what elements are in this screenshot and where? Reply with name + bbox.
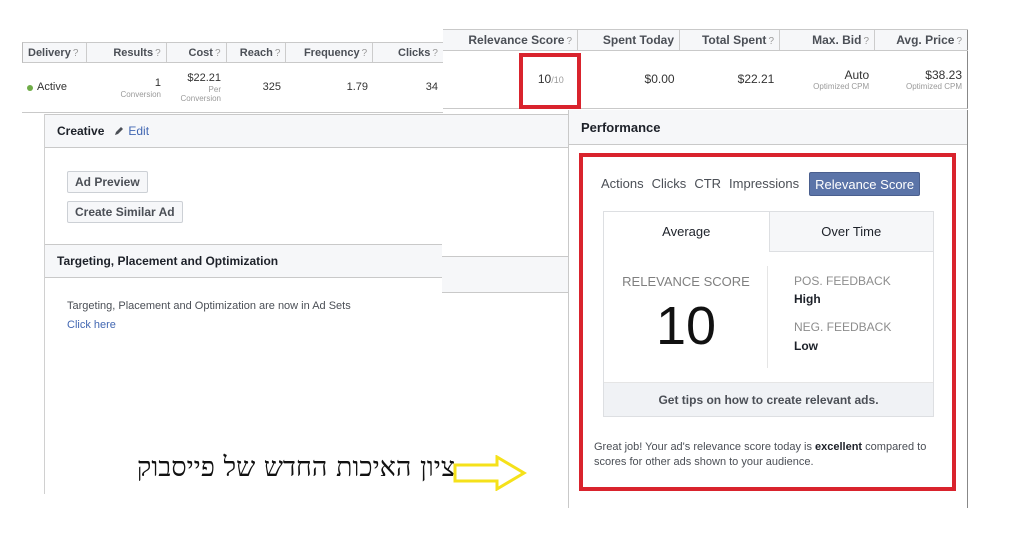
- pos-feedback-label: POS. FEEDBACK: [794, 274, 891, 288]
- score-subtabs: Average Over Time: [604, 212, 933, 252]
- avg-price-cell: $38.23 Optimized CPM: [905, 67, 962, 91]
- relevance-summary: Great job! Your ad's relevance score tod…: [594, 441, 927, 468]
- help-icon[interactable]: ?: [73, 48, 79, 59]
- help-icon[interactable]: ?: [155, 48, 161, 59]
- divider: [967, 110, 968, 508]
- status-dot-icon: [27, 84, 33, 91]
- targeting-info-text: Targeting, Placement and Optimization ar…: [67, 300, 351, 312]
- results-cell: 1 Conversion: [120, 76, 161, 99]
- targeting-section-header: Targeting, Placement and Optimization: [45, 244, 442, 278]
- table-row[interactable]: Active 1 Conversion $22.21 Per Conversio…: [22, 63, 443, 113]
- header-clicks[interactable]: Clicks?: [373, 43, 443, 62]
- header-max-bid[interactable]: Max. Bid?: [780, 30, 875, 50]
- subtab-over-time[interactable]: Over Time: [768, 212, 933, 252]
- help-icon[interactable]: ?: [215, 48, 221, 59]
- max-bid-cell: Auto Optimized CPM: [813, 67, 870, 91]
- header-results[interactable]: Results?: [87, 43, 167, 62]
- divider: [568, 110, 569, 508]
- tab-clicks[interactable]: Clicks: [648, 172, 691, 196]
- subtab-average[interactable]: Average: [604, 212, 769, 252]
- delivery-status: Active: [37, 81, 67, 93]
- section-header-band: [442, 256, 569, 293]
- neg-feedback-value: Low: [794, 339, 818, 353]
- table-header: Relevance Score? Spent Today Total Spent…: [443, 29, 968, 51]
- help-icon[interactable]: ?: [432, 48, 438, 59]
- relevance-score-label: RELEVANCE SCORE: [622, 274, 750, 289]
- spent-today-cell: $0.00: [644, 72, 675, 86]
- tab-relevance-score[interactable]: Relevance Score: [809, 172, 921, 196]
- relevance-score-card: Average Over Time RELEVANCE SCORE 10 POS…: [603, 211, 934, 417]
- cost-cell: $22.21 Per Conversion: [180, 72, 221, 103]
- header-reach[interactable]: Reach?: [227, 43, 287, 62]
- edit-link[interactable]: Edit: [114, 124, 149, 138]
- pencil-icon: [115, 127, 124, 135]
- divider: [44, 114, 45, 494]
- header-relevance-score[interactable]: Relevance Score?: [443, 30, 578, 50]
- section-header-band: [442, 114, 569, 148]
- arrow-right-icon: [453, 455, 527, 491]
- help-icon[interactable]: ?: [768, 36, 774, 47]
- ad-metrics-table-left: Delivery? Results? Cost? Reach? Frequenc…: [22, 42, 443, 113]
- help-icon[interactable]: ?: [956, 36, 962, 47]
- create-similar-ad-button[interactable]: Create Similar Ad: [67, 201, 183, 223]
- relevance-score-highlight: [519, 53, 581, 109]
- creative-section-header: Creative Edit: [45, 114, 442, 148]
- header-total-spent[interactable]: Total Spent?: [680, 30, 780, 50]
- neg-feedback-label: NEG. FEEDBACK: [794, 320, 892, 334]
- delivery-cell: Active: [22, 63, 86, 112]
- pos-feedback-value: High: [794, 292, 821, 306]
- help-icon[interactable]: ?: [566, 36, 572, 47]
- reach-cell: 325: [262, 81, 281, 93]
- header-cost[interactable]: Cost?: [167, 43, 227, 62]
- tab-actions[interactable]: Actions: [597, 172, 648, 196]
- header-avg-price[interactable]: Avg. Price?: [875, 30, 968, 50]
- table-header: Delivery? Results? Cost? Reach? Frequenc…: [22, 42, 443, 63]
- help-icon[interactable]: ?: [275, 48, 281, 59]
- tab-impressions[interactable]: Impressions: [725, 172, 803, 196]
- performance-section-header: Performance: [569, 110, 967, 145]
- divider: [767, 266, 768, 368]
- header-frequency[interactable]: Frequency?: [286, 43, 374, 62]
- creative-title: Creative: [57, 124, 105, 138]
- performance-tabs: Actions Clicks CTR Impressions Relevance…: [597, 172, 921, 196]
- help-icon[interactable]: ?: [863, 36, 869, 47]
- click-here-link[interactable]: Click here: [67, 319, 116, 331]
- tips-link[interactable]: Get tips on how to create relevant ads.: [604, 382, 933, 416]
- header-delivery[interactable]: Delivery?: [23, 43, 87, 62]
- ad-preview-button[interactable]: Ad Preview: [67, 171, 148, 193]
- hebrew-caption: ציון האיכות החדש של פייסבוק: [136, 452, 455, 483]
- relevance-score-value: 10: [655, 296, 717, 356]
- total-spent-cell: $22.21: [737, 72, 775, 86]
- help-icon[interactable]: ?: [362, 48, 368, 59]
- clicks-cell: 34: [425, 81, 438, 93]
- header-spent-today[interactable]: Spent Today: [578, 30, 680, 50]
- frequency-cell: 1.79: [346, 81, 368, 93]
- tab-ctr[interactable]: CTR: [690, 172, 725, 196]
